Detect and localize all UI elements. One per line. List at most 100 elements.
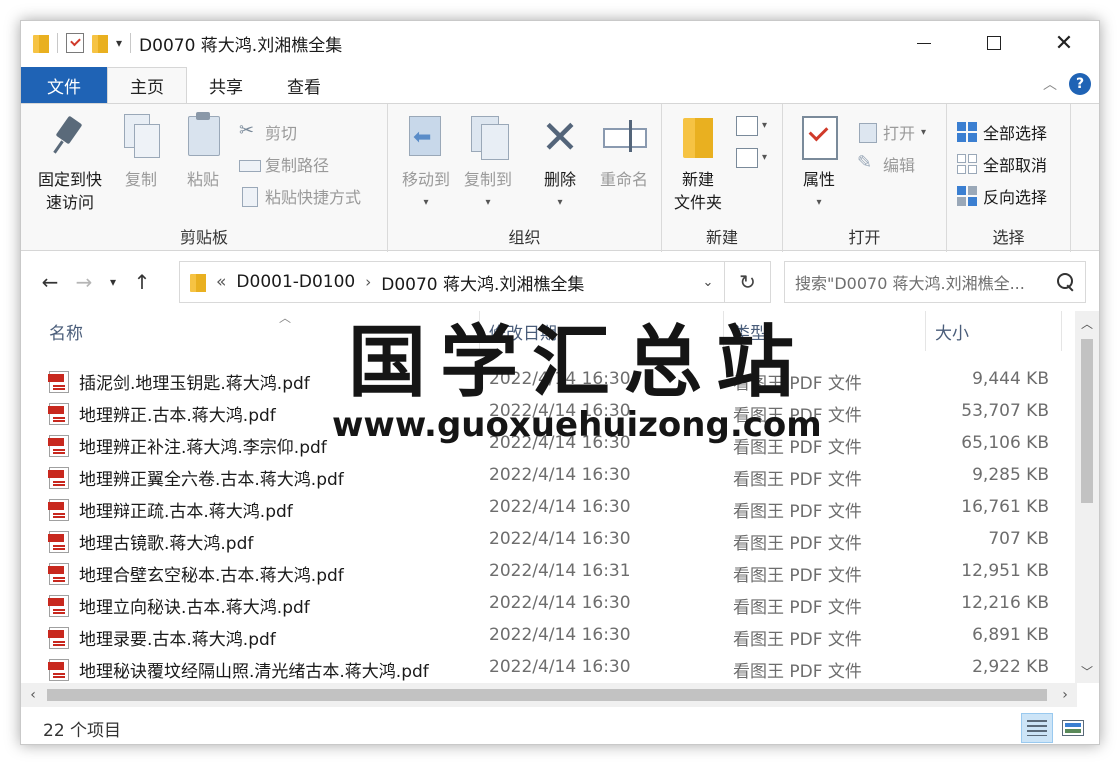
pdf-file-icon [48, 467, 69, 489]
scroll-right-icon[interactable]: › [1053, 683, 1077, 707]
vertical-scroll-thumb[interactable] [1081, 339, 1093, 503]
back-button[interactable]: ← [33, 265, 67, 299]
ribbon: 固定到快 速访问 复制 粘贴 剪切 复制路径 粘贴快捷方式 剪贴 [21, 103, 1099, 252]
maximize-icon [987, 36, 1001, 50]
paste-button[interactable]: 粘贴 [177, 112, 229, 191]
breadcrumb-chevron-icon[interactable]: › [365, 273, 371, 291]
column-divider[interactable] [1061, 311, 1062, 351]
navigation-bar: ← → ▾ ↑ « D0001-D0100 › D0070 蒋大鸿.刘湘樵全集 … [21, 259, 1099, 305]
open-button[interactable]: 打开 ▾ [857, 118, 926, 146]
breadcrumb-overflow[interactable]: « [216, 272, 226, 292]
minimize-button[interactable] [889, 21, 959, 65]
file-type: 看图王 PDF 文件 [733, 470, 862, 490]
move-to-button[interactable]: 移动到 ▾ [396, 112, 456, 214]
collapse-ribbon-icon[interactable]: ︿ [1043, 74, 1057, 94]
close-button[interactable]: ✕ [1029, 21, 1099, 65]
address-dropdown-button[interactable]: ⌄ [694, 262, 722, 302]
search-icon[interactable] [1057, 273, 1075, 291]
pdf-file-icon [48, 403, 69, 425]
column-header-size[interactable]: 大小 [935, 311, 969, 351]
new-group: 新建 文件夹 ▾ ▾ 新建 [662, 104, 783, 252]
help-icon[interactable]: ? [1069, 73, 1091, 95]
copy-label: 复制 [124, 170, 157, 189]
file-date: 2022/4/14 16:31 [489, 561, 631, 581]
file-name: 地理立向秘诀.古本.蒋大鸿.pdf [79, 598, 310, 618]
details-view-button[interactable] [1021, 713, 1053, 743]
edit-button[interactable]: 编辑 [857, 150, 915, 178]
tab-home[interactable]: 主页 [107, 67, 187, 103]
clipboard-group-label: 剪贴板 [179, 228, 228, 247]
chevron-down-icon[interactable]: ▾ [762, 152, 767, 163]
new-item-icon[interactable] [736, 116, 758, 136]
cut-button[interactable]: 剪切 [239, 118, 297, 146]
file-size: 9,285 KB [972, 465, 1049, 485]
pin-quick-access-button[interactable]: 固定到快 速访问 [31, 112, 109, 214]
easy-access-icon[interactable] [736, 148, 758, 168]
file-date: 2022/4/14 16:30 [489, 465, 631, 485]
tab-file[interactable]: 文件 [21, 67, 107, 103]
up-arrow-icon: ↑ [133, 270, 151, 294]
select-all-button[interactable]: 全部选择 [957, 118, 1047, 146]
invert-selection-label: 反向选择 [983, 188, 1048, 207]
maximize-button[interactable] [959, 21, 1029, 65]
invert-selection-button[interactable]: 反向选择 [957, 182, 1047, 210]
horizontal-scroll-thumb[interactable] [47, 689, 1047, 701]
delete-button[interactable]: ✕ 删除 ▾ [538, 112, 582, 214]
table-row[interactable]: 地理合壁玄空秘本.古本.蒋大鸿.pdf 2022/4/14 16:31 看图王 … [21, 557, 1061, 589]
window-controls: ✕ [889, 21, 1099, 65]
tab-share[interactable]: 共享 [187, 67, 265, 103]
refresh-button[interactable]: ↻ [724, 262, 770, 302]
copy-to-button[interactable]: 复制到 ▾ [458, 112, 518, 214]
rename-label: 重命名 [599, 170, 648, 189]
table-row[interactable]: 地理辩正疏.古本.蒋大鸿.pdf 2022/4/14 16:30 看图王 PDF… [21, 493, 1061, 525]
properties-icon[interactable] [66, 33, 84, 53]
vertical-scrollbar[interactable]: ︿ ﹀ [1075, 311, 1099, 683]
rename-button[interactable]: 重命名 [594, 112, 654, 191]
column-header-size-label: 大小 [935, 323, 969, 344]
search-box[interactable]: 搜索"D0070 蒋大鸿.刘湘樵全... [784, 261, 1086, 303]
pdf-file-icon [48, 531, 69, 553]
scroll-up-icon[interactable]: ︿ [1075, 311, 1099, 335]
file-date: 2022/4/14 16:30 [489, 593, 631, 613]
table-row[interactable]: 地理辨正翼全六卷.古本.蒋大鸿.pdf 2022/4/14 16:30 看图王 … [21, 461, 1061, 493]
properties-icon [798, 112, 840, 162]
paste-shortcut-button[interactable]: 粘贴快捷方式 [239, 182, 361, 210]
copy-button[interactable]: 复制 [115, 112, 167, 191]
horizontal-scrollbar[interactable]: ‹ › [21, 683, 1077, 707]
table-row[interactable]: 地理录要.古本.蒋大鸿.pdf 2022/4/14 16:30 看图王 PDF … [21, 621, 1061, 653]
copy-to-icon [467, 112, 509, 162]
file-size: 65,106 KB [961, 433, 1049, 453]
chevron-down-icon[interactable]: ▾ [762, 120, 767, 131]
new-folder-icon[interactable] [92, 33, 108, 53]
file-name: 地理秘诀覆坟经隔山照.清光绪古本.蒋大鸿.pdf [79, 662, 429, 682]
chevron-down-icon: ▾ [423, 197, 429, 208]
large-icons-view-button[interactable] [1057, 713, 1089, 743]
copy-path-button[interactable]: 复制路径 [239, 150, 329, 178]
column-header-name[interactable]: 名称 ︿ [49, 311, 291, 351]
new-folder-button[interactable]: 新建 文件夹 [668, 112, 728, 214]
breadcrumb-item[interactable]: D0001-D0100 [236, 272, 355, 292]
forward-button[interactable]: → [67, 265, 101, 299]
pdf-file-icon [48, 499, 69, 521]
breadcrumb-item-current[interactable]: D0070 蒋大鸿.刘湘樵全集 [381, 270, 584, 295]
scroll-down-icon[interactable]: ﹀ [1075, 659, 1099, 683]
up-button[interactable]: ↑ [125, 265, 159, 299]
table-row[interactable]: 地理立向秘诀.古本.蒋大鸿.pdf 2022/4/14 16:30 看图王 PD… [21, 589, 1061, 621]
file-size: 2,922 KB [972, 657, 1049, 677]
file-name: 地理录要.古本.蒋大鸿.pdf [79, 630, 276, 650]
customize-dropdown-icon[interactable]: ▾ [116, 36, 122, 50]
properties-button[interactable]: 属性 ▾ [795, 112, 843, 214]
edit-label: 编辑 [883, 156, 916, 175]
table-row[interactable]: 地理古镜歌.蒋大鸿.pdf 2022/4/14 16:30 看图王 PDF 文件… [21, 525, 1061, 557]
address-bar[interactable]: « D0001-D0100 › D0070 蒋大鸿.刘湘樵全集 ⌄ ↻ [179, 261, 771, 303]
select-none-button[interactable]: 全部取消 [957, 150, 1047, 178]
scroll-left-icon[interactable]: ‹ [21, 683, 45, 707]
column-divider[interactable] [925, 311, 926, 351]
recent-locations-button[interactable]: ▾ [101, 265, 125, 299]
move-to-label: 移动到 [401, 170, 450, 189]
tab-view[interactable]: 查看 [265, 67, 343, 103]
table-row[interactable]: 地理秘诀覆坟经隔山照.清光绪古本.蒋大鸿.pdf 2022/4/14 16:30… [21, 653, 1061, 685]
file-type: 看图王 PDF 文件 [733, 598, 862, 618]
item-count: 22 个项目 [43, 720, 122, 741]
select-group-label: 选择 [992, 228, 1025, 247]
